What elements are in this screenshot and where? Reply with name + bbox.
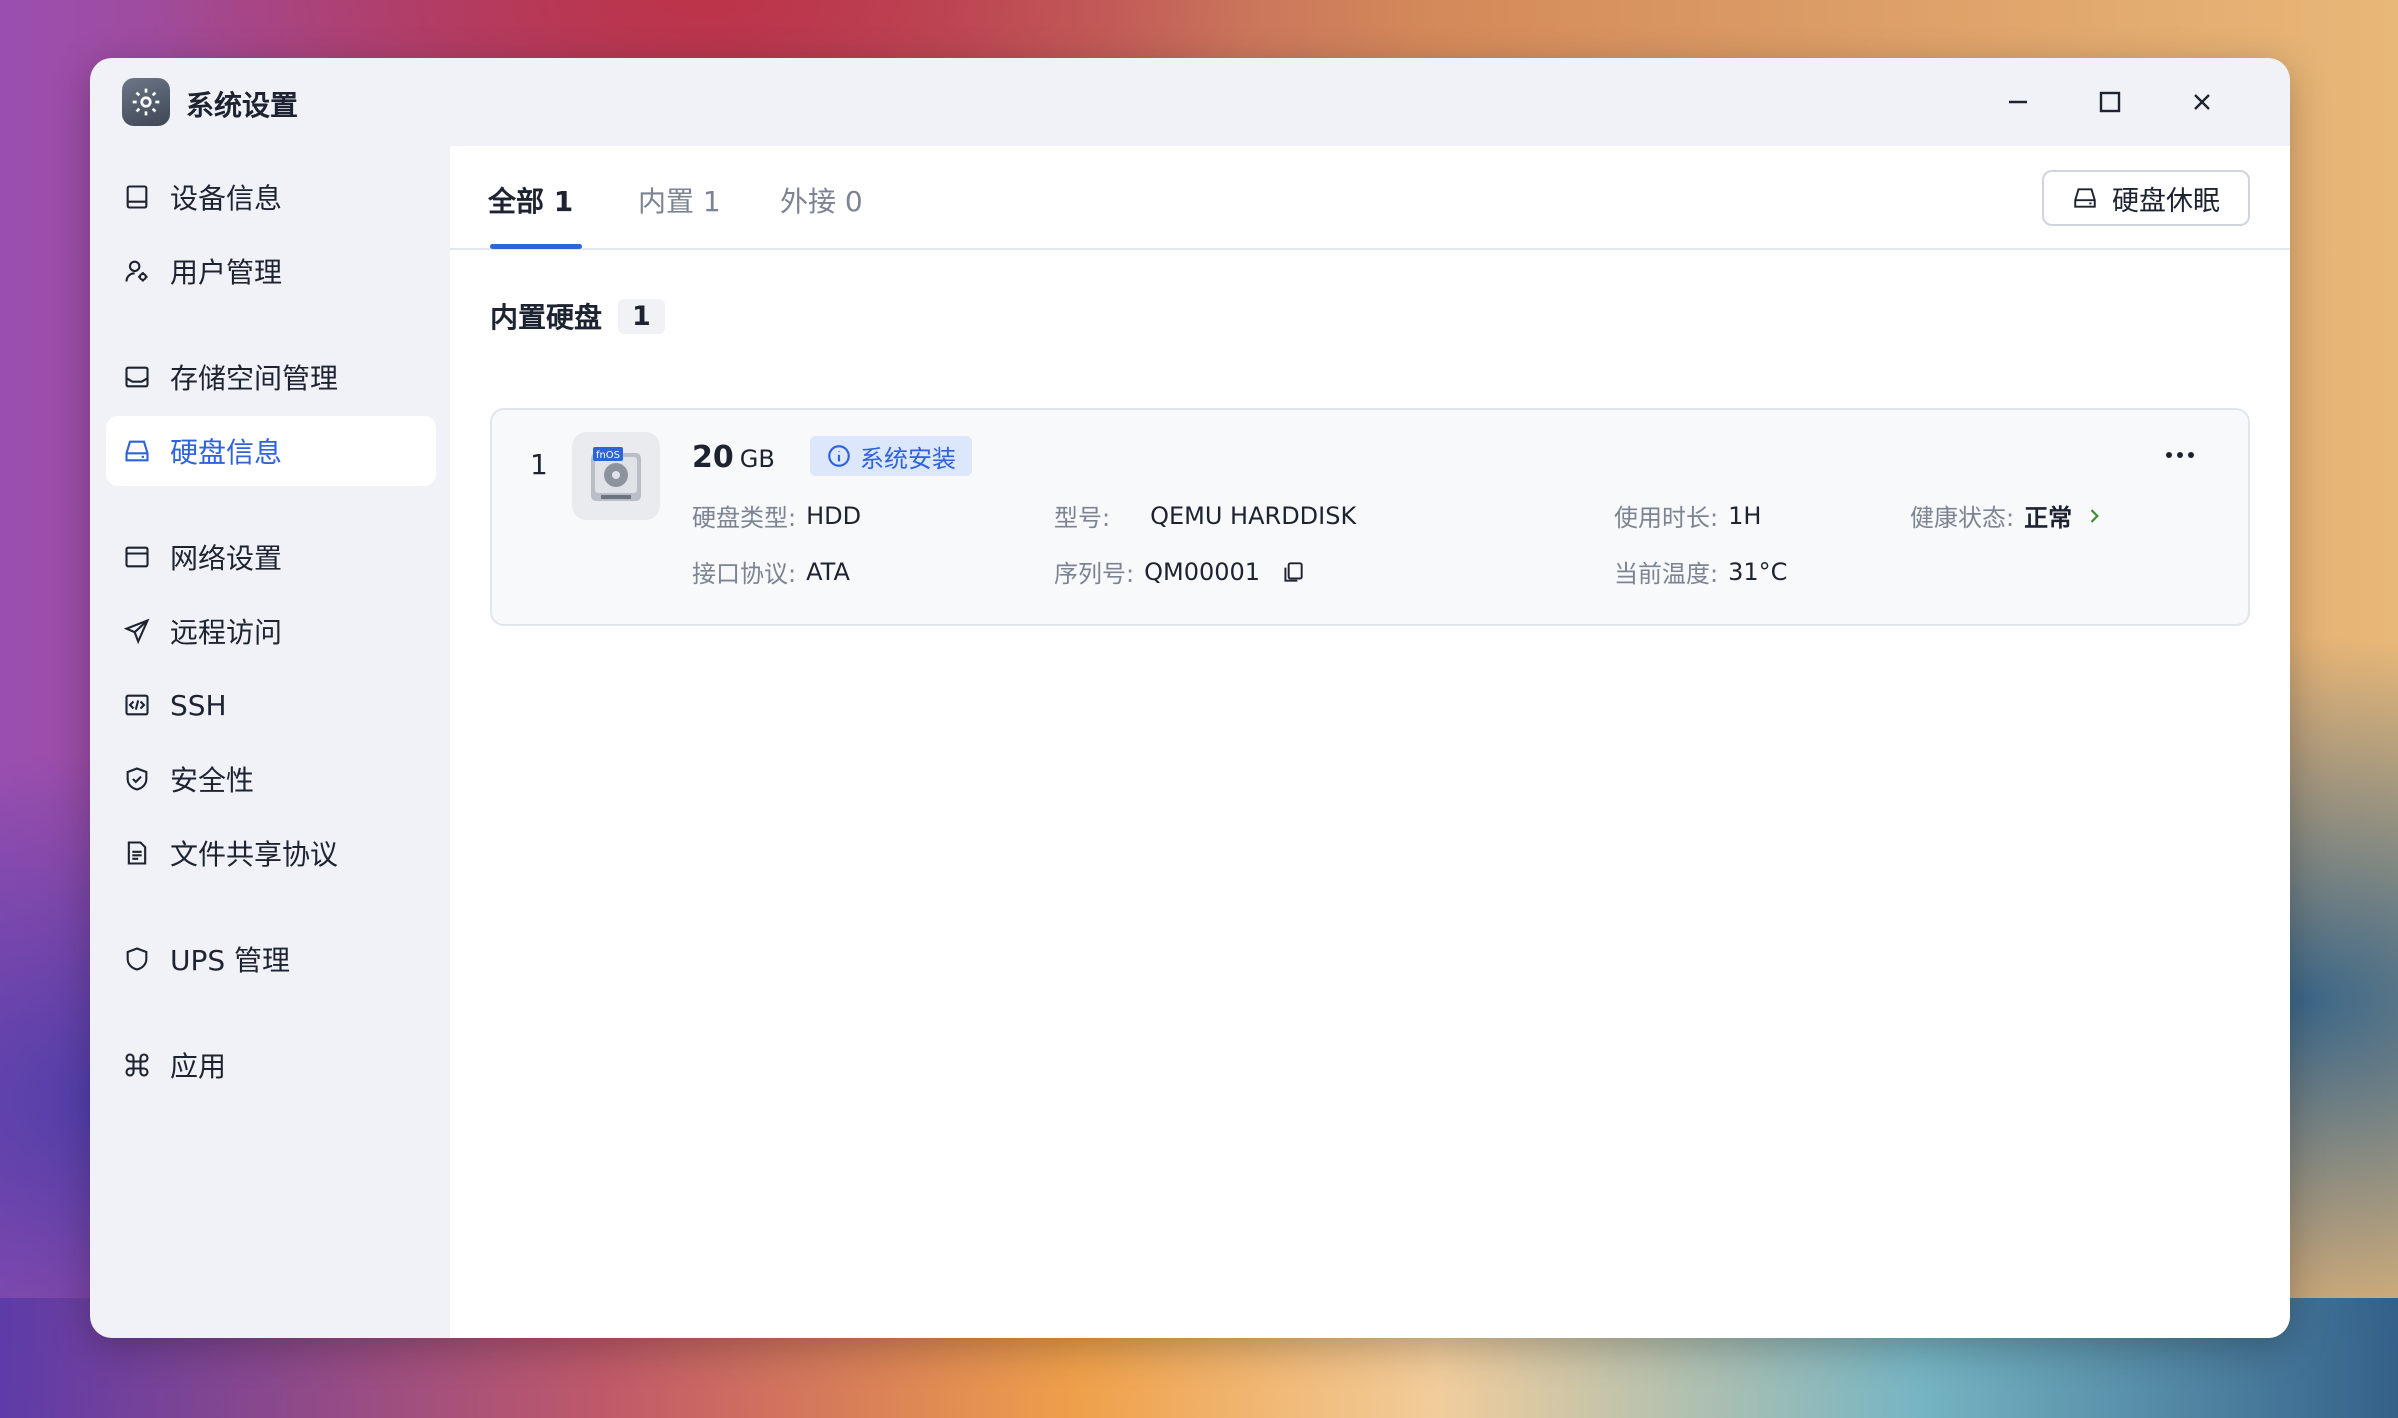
shield-icon	[120, 942, 154, 976]
disk-sleep-label: 硬盘休眠	[2112, 185, 2220, 217]
copy-icon	[1284, 561, 1303, 582]
serial-field: 序列号: QM00001	[1054, 554, 1306, 589]
sidebar-item-user-management[interactable]: 用户管理	[106, 236, 436, 306]
storage-icon	[120, 360, 154, 394]
info-icon	[828, 445, 850, 467]
health-value: 正常	[2024, 504, 2073, 532]
model-value: QEMU HARDDISK	[1150, 501, 1357, 530]
send-icon	[120, 614, 154, 648]
system-install-label: 系统安装	[860, 444, 956, 473]
temperature-field: 当前温度: 31°C	[1614, 554, 1787, 589]
sidebar-item-label: 硬盘信息	[170, 436, 283, 469]
sidebar-item-ups[interactable]: UPS 管理	[106, 924, 436, 994]
hard-drive-icon: fnOS	[572, 432, 660, 520]
user-icon	[120, 254, 154, 288]
temperature-value: 31°C	[1728, 557, 1788, 586]
tab-internal[interactable]: 内置 1	[638, 180, 721, 220]
minimize-button[interactable]	[1996, 80, 2040, 124]
health-label: 健康状态:	[1910, 504, 2015, 532]
disk-type-label: 硬盘类型:	[692, 504, 797, 532]
disk-size-value: 20	[692, 440, 734, 475]
maximize-button[interactable]	[2088, 80, 2132, 124]
sidebar-item-label: 安全性	[170, 764, 255, 797]
temperature-label: 当前温度:	[1614, 560, 1719, 588]
sidebar-item-remote-access[interactable]: 远程访问	[106, 596, 436, 666]
sidebar-item-ssh[interactable]: SSH	[106, 670, 436, 740]
close-icon	[2194, 94, 2210, 110]
network-icon	[120, 540, 154, 574]
device-icon	[120, 180, 154, 214]
tab-external[interactable]: 外接 0	[780, 180, 863, 220]
health-field: 健康状态: 正常	[1910, 498, 2104, 533]
sidebar-item-network[interactable]: 网络设置	[106, 522, 436, 592]
usage-time-field: 使用时长: 1H	[1614, 498, 1761, 533]
sidebar-item-security[interactable]: 安全性	[106, 744, 436, 814]
sidebar-item-disk-info[interactable]: 硬盘信息	[106, 416, 436, 486]
section-title: 内置硬盘 1	[490, 296, 665, 336]
disk-type-value: HDD	[806, 501, 862, 530]
more-options-button[interactable]	[2158, 440, 2202, 470]
gear-icon	[122, 78, 170, 126]
section-title-text: 内置硬盘	[490, 301, 603, 334]
document-icon	[120, 836, 154, 870]
sidebar-item-label: UPS 管理	[170, 944, 291, 977]
close-button[interactable]	[2180, 80, 2224, 124]
disk-size-unit: GB	[739, 445, 775, 473]
disk-icon	[2074, 188, 2096, 208]
sidebar-item-label: 存储空间管理	[170, 362, 339, 395]
title-bar: 系统设置	[90, 58, 2290, 146]
serial-value: QM00001	[1144, 557, 1261, 586]
system-settings-window: 系统设置 设备信息 用户管理 存储空间管理 硬盘信息 网络设置 远程访问 SSH…	[90, 58, 2290, 1338]
interface-label: 接口协议:	[692, 560, 797, 588]
sidebar-item-label: 文件共享协议	[170, 838, 339, 871]
disk-type-field: 硬盘类型: HDD	[692, 498, 861, 533]
disk-icon	[120, 434, 154, 468]
sidebar-item-label: 网络设置	[170, 542, 283, 575]
code-icon	[120, 688, 154, 722]
usage-time-label: 使用时长:	[1614, 504, 1719, 532]
disk-capacity: 20 GB	[692, 440, 775, 475]
window-title: 系统设置	[186, 89, 299, 122]
sidebar-item-apps[interactable]: 应用	[106, 1030, 436, 1100]
disk-sleep-button[interactable]: 硬盘休眠	[2042, 170, 2250, 226]
sidebar-item-label: 应用	[170, 1050, 227, 1083]
sidebar: 设备信息 用户管理 存储空间管理 硬盘信息 网络设置 远程访问 SSH 安全性 …	[90, 146, 450, 1338]
sidebar-item-label: 远程访问	[170, 616, 283, 649]
count-badge: 1	[618, 298, 665, 334]
disk-card[interactable]: 1 fnOS 20 GB 系统安装 硬盘类型: HDD 型号: QEMU HAR…	[490, 408, 2250, 626]
command-icon	[120, 1048, 154, 1082]
system-install-badge: 系统安装	[810, 436, 972, 476]
maximize-icon	[2099, 91, 2121, 113]
disk-icon-brand: fnOS	[596, 450, 620, 461]
sidebar-item-label: 设备信息	[170, 182, 283, 215]
model-label: 型号:	[1054, 504, 1111, 532]
model-field: 型号: QEMU HARDDISK	[1054, 498, 1356, 533]
usage-time-value: 1H	[1728, 501, 1762, 530]
disk-index: 1	[530, 448, 548, 481]
sidebar-item-file-sharing[interactable]: 文件共享协议	[106, 818, 436, 888]
sidebar-item-label: 用户管理	[170, 256, 283, 289]
serial-label: 序列号:	[1054, 560, 1135, 588]
sidebar-item-device-info[interactable]: 设备信息	[106, 162, 436, 232]
more-icon	[2166, 452, 2194, 458]
interface-field: 接口协议: ATA	[692, 554, 850, 589]
shield-check-icon	[120, 762, 154, 796]
chevron-right-icon	[2090, 508, 2099, 523]
tab-bar: 全部 1 内置 1 外接 0 硬盘休眠	[450, 146, 2290, 250]
tab-all[interactable]: 全部 1	[488, 180, 573, 220]
sidebar-item-label: SSH	[170, 688, 227, 722]
interface-value: ATA	[806, 557, 850, 586]
health-detail-button[interactable]	[2084, 506, 2104, 526]
active-tab-indicator	[490, 244, 582, 249]
main-panel: 全部 1 内置 1 外接 0 硬盘休眠 内置硬盘 1 1 fnOS 20 GB …	[450, 146, 2290, 1338]
sidebar-item-storage[interactable]: 存储空间管理	[106, 342, 436, 412]
copy-serial-button[interactable]	[1280, 559, 1306, 585]
minimize-icon	[2009, 100, 2027, 104]
